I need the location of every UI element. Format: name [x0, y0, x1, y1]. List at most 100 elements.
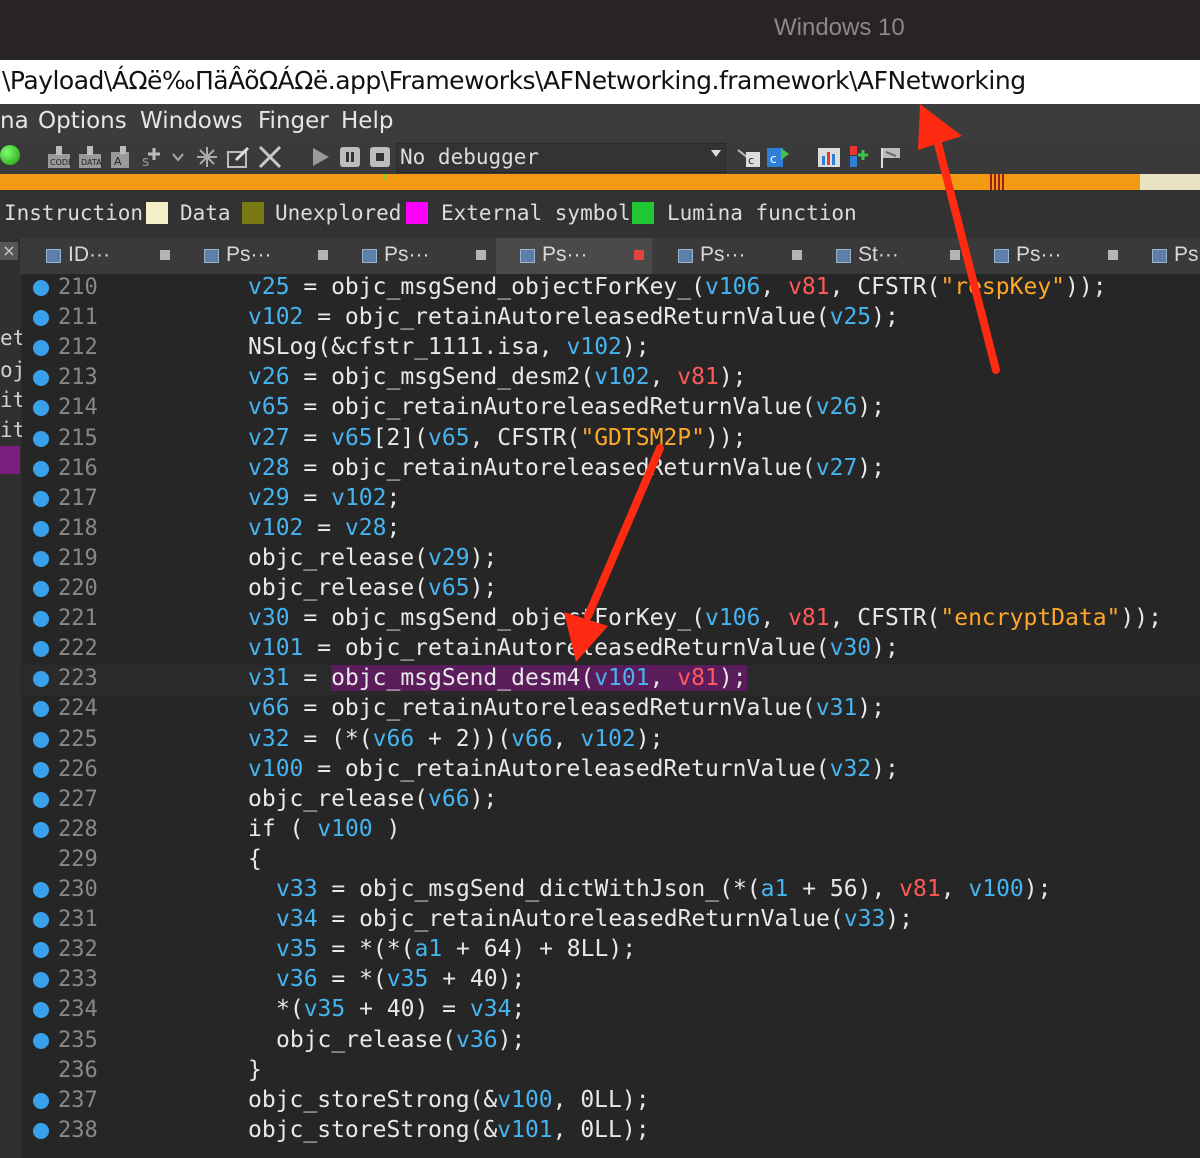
- breakpoint-dot-icon[interactable]: [33, 581, 49, 597]
- pseudocode-editor[interactable]: 210 v25 = objc_msgSend_objectForKey_(v106…: [22, 274, 1200, 1158]
- functions-panel-edge[interactable]: × et oj it it: [0, 238, 25, 1158]
- breakpoint-dot-icon[interactable]: [33, 641, 49, 658]
- code-line[interactable]: 230 v33 = objc_msgSend_dictWithJson_(*(a1…: [22, 876, 1200, 906]
- breakpoint-dot-icon[interactable]: [33, 490, 49, 507]
- code-line[interactable]: 214 v65 = objc_retainAutoreleasedReturnVa…: [22, 394, 1200, 424]
- code-line[interactable]: 213 v26 = objc_msgSend_desm2(v102, v81);: [22, 364, 1200, 394]
- data-icon[interactable]: DATA: [77, 144, 103, 170]
- code-line[interactable]: 235 objc_release(v36);: [22, 1027, 1200, 1057]
- code-line[interactable]: 237 objc_storeStrong(&v100, 0LL);: [22, 1087, 1200, 1117]
- code-line[interactable]: 221 v30 = objc_msgSend_objectForKey_(v106…: [22, 605, 1200, 635]
- breakpoint-dot-icon[interactable]: [33, 550, 49, 567]
- close-icon[interactable]: ×: [0, 242, 18, 260]
- code-icon[interactable]: CODE: [46, 144, 73, 170]
- chevron-down-icon[interactable]: [170, 144, 186, 170]
- graph-icon[interactable]: [816, 144, 842, 170]
- code-line[interactable]: 222 v101 = objc_retainAutoreleasedReturnV…: [22, 635, 1200, 665]
- code-line[interactable]: 231 v34 = objc_retainAutoreleasedReturnVa…: [22, 906, 1200, 936]
- breakpoint-dot-icon[interactable]: [33, 611, 49, 628]
- code-line[interactable]: 233 v36 = *(v35 + 40);: [22, 966, 1200, 996]
- add-breakpoint-icon[interactable]: [194, 144, 220, 170]
- breakpoint-dot-icon[interactable]: [33, 1122, 49, 1139]
- tab-pseudocode-active[interactable]: Ps···: [496, 238, 652, 274]
- breakpoint-dot-icon[interactable]: [33, 701, 49, 718]
- code-line[interactable]: 212 NSLog(&cfstr_1111.isa, v102);: [22, 334, 1200, 364]
- ascii-icon[interactable]: A: [108, 144, 134, 170]
- struct-icon[interactable]: s: [140, 144, 166, 170]
- code-line[interactable]: 234 *(v35 + 40) = v34;: [22, 996, 1200, 1026]
- code-line[interactable]: 232 v35 = *(*(a1 + 64) + 8LL);: [22, 936, 1200, 966]
- close-icon[interactable]: [160, 250, 170, 260]
- breakpoint-dot-icon[interactable]: [33, 1032, 49, 1049]
- close-icon[interactable]: [476, 250, 486, 260]
- lumina-push-icon[interactable]: [846, 144, 872, 170]
- breakpoint-dot-icon[interactable]: [33, 310, 49, 327]
- code-line[interactable]: 217 v29 = v102;: [22, 485, 1200, 515]
- breakpoint-dot-icon[interactable]: [33, 1092, 49, 1109]
- code-line[interactable]: 236}: [22, 1057, 1200, 1087]
- code-line[interactable]: 225 v32 = (*(v66 + 2))(v66, v102);: [22, 726, 1200, 756]
- settings-flag-icon[interactable]: [878, 144, 904, 170]
- close-icon[interactable]: [257, 144, 283, 170]
- breakpoint-dot-icon[interactable]: [33, 761, 49, 778]
- breakpoint-dot-icon[interactable]: [33, 460, 49, 477]
- breakpoint-dot-icon[interactable]: [33, 912, 49, 929]
- code-text: NSLog(&cfstr_1111.isa, v102);: [248, 334, 650, 361]
- breakpoint-dot-icon[interactable]: [33, 430, 49, 447]
- code-text: v35 = *(*(a1 + 64) + 8LL);: [276, 936, 637, 963]
- tab-pseudocode-2[interactable]: Ps···: [338, 238, 494, 274]
- code-line[interactable]: 211 v102 = objc_retainAutoreleasedReturnV…: [22, 304, 1200, 334]
- code-line[interactable]: 228 if ( v100 ): [22, 816, 1200, 846]
- tab-pseudocode-4[interactable]: Ps···: [654, 238, 810, 274]
- code-line[interactable]: 215 v27 = v65[2](v65, CFSTR("GDTSM2P"));: [22, 425, 1200, 455]
- debugger-select[interactable]: No debugger: [396, 143, 726, 173]
- close-icon[interactable]: [950, 250, 960, 260]
- code-line[interactable]: 238 objc_storeStrong(&v101, 0LL);: [22, 1117, 1200, 1147]
- code-line[interactable]: 210 v25 = objc_msgSend_objectForKey_(v106…: [22, 274, 1200, 304]
- menu-item-windows[interactable]: Windows: [140, 108, 243, 134]
- close-icon[interactable]: [1108, 250, 1118, 260]
- breakpoint-dot-icon[interactable]: [33, 340, 49, 357]
- breakpoint-dot-icon[interactable]: [33, 400, 49, 417]
- code-line[interactable]: 227 objc_release(v66);: [22, 786, 1200, 816]
- breakpoint-dot-icon[interactable]: [33, 821, 49, 838]
- stop-icon[interactable]: [368, 144, 394, 170]
- code-line[interactable]: 219 objc_release(v29);: [22, 545, 1200, 575]
- code-line[interactable]: 223 v31 = objc_msgSend_desm4(v101, v81);: [22, 665, 1200, 696]
- breakpoint-dot-icon[interactable]: [33, 520, 49, 537]
- breakpoint-dot-icon[interactable]: [33, 280, 49, 296]
- code-line[interactable]: 224 v66 = objc_retainAutoreleasedReturnVa…: [22, 695, 1200, 725]
- pause-icon[interactable]: [338, 144, 364, 170]
- breakpoint-dot-icon[interactable]: [33, 1002, 49, 1019]
- tab-ida-view[interactable]: ID···: [22, 238, 178, 274]
- menu-item-lumina[interactable]: na: [0, 108, 29, 134]
- code-text: objc_storeStrong(&v101, 0LL);: [248, 1116, 650, 1143]
- breakpoint-dot-icon[interactable]: [33, 370, 49, 387]
- close-icon[interactable]: [634, 250, 644, 260]
- close-icon[interactable]: [792, 250, 802, 260]
- tab-pseudocode-1[interactable]: Ps···: [180, 238, 336, 274]
- navigation-band[interactable]: [0, 174, 1200, 190]
- breakpoint-dot-icon[interactable]: [33, 791, 49, 808]
- code-line[interactable]: 218 v102 = v28;: [22, 515, 1200, 545]
- breakpoint-dot-icon[interactable]: [33, 882, 49, 898]
- breakpoint-dot-icon[interactable]: [33, 942, 49, 959]
- tab-pseudocode-5[interactable]: Ps···: [970, 238, 1126, 274]
- menu-item-finger[interactable]: Finger: [258, 108, 329, 134]
- code-line[interactable]: 226 v100 = objc_retainAutoreleasedReturnV…: [22, 756, 1200, 786]
- breakpoint-dot-icon[interactable]: [33, 731, 49, 748]
- code-line[interactable]: 216 v28 = objc_retainAutoreleasedReturnVa…: [22, 455, 1200, 485]
- breakpoint-dot-icon[interactable]: [33, 671, 49, 688]
- play-icon[interactable]: [308, 144, 334, 170]
- code-line[interactable]: 220 objc_release(v65);: [22, 575, 1200, 605]
- menu-item-help[interactable]: Help: [341, 108, 393, 134]
- refresh-icon[interactable]: c: [765, 144, 791, 170]
- tab-pseudocode-6[interactable]: Ps: [1128, 238, 1200, 274]
- edit-icon[interactable]: [226, 144, 252, 170]
- menu-item-options[interactable]: Options: [38, 108, 127, 134]
- attach-process-icon[interactable]: c: [736, 144, 762, 170]
- tab-strings[interactable]: St···: [812, 238, 968, 274]
- code-line[interactable]: 229 {: [22, 846, 1200, 876]
- close-icon[interactable]: [318, 250, 328, 260]
- breakpoint-dot-icon[interactable]: [33, 972, 49, 989]
